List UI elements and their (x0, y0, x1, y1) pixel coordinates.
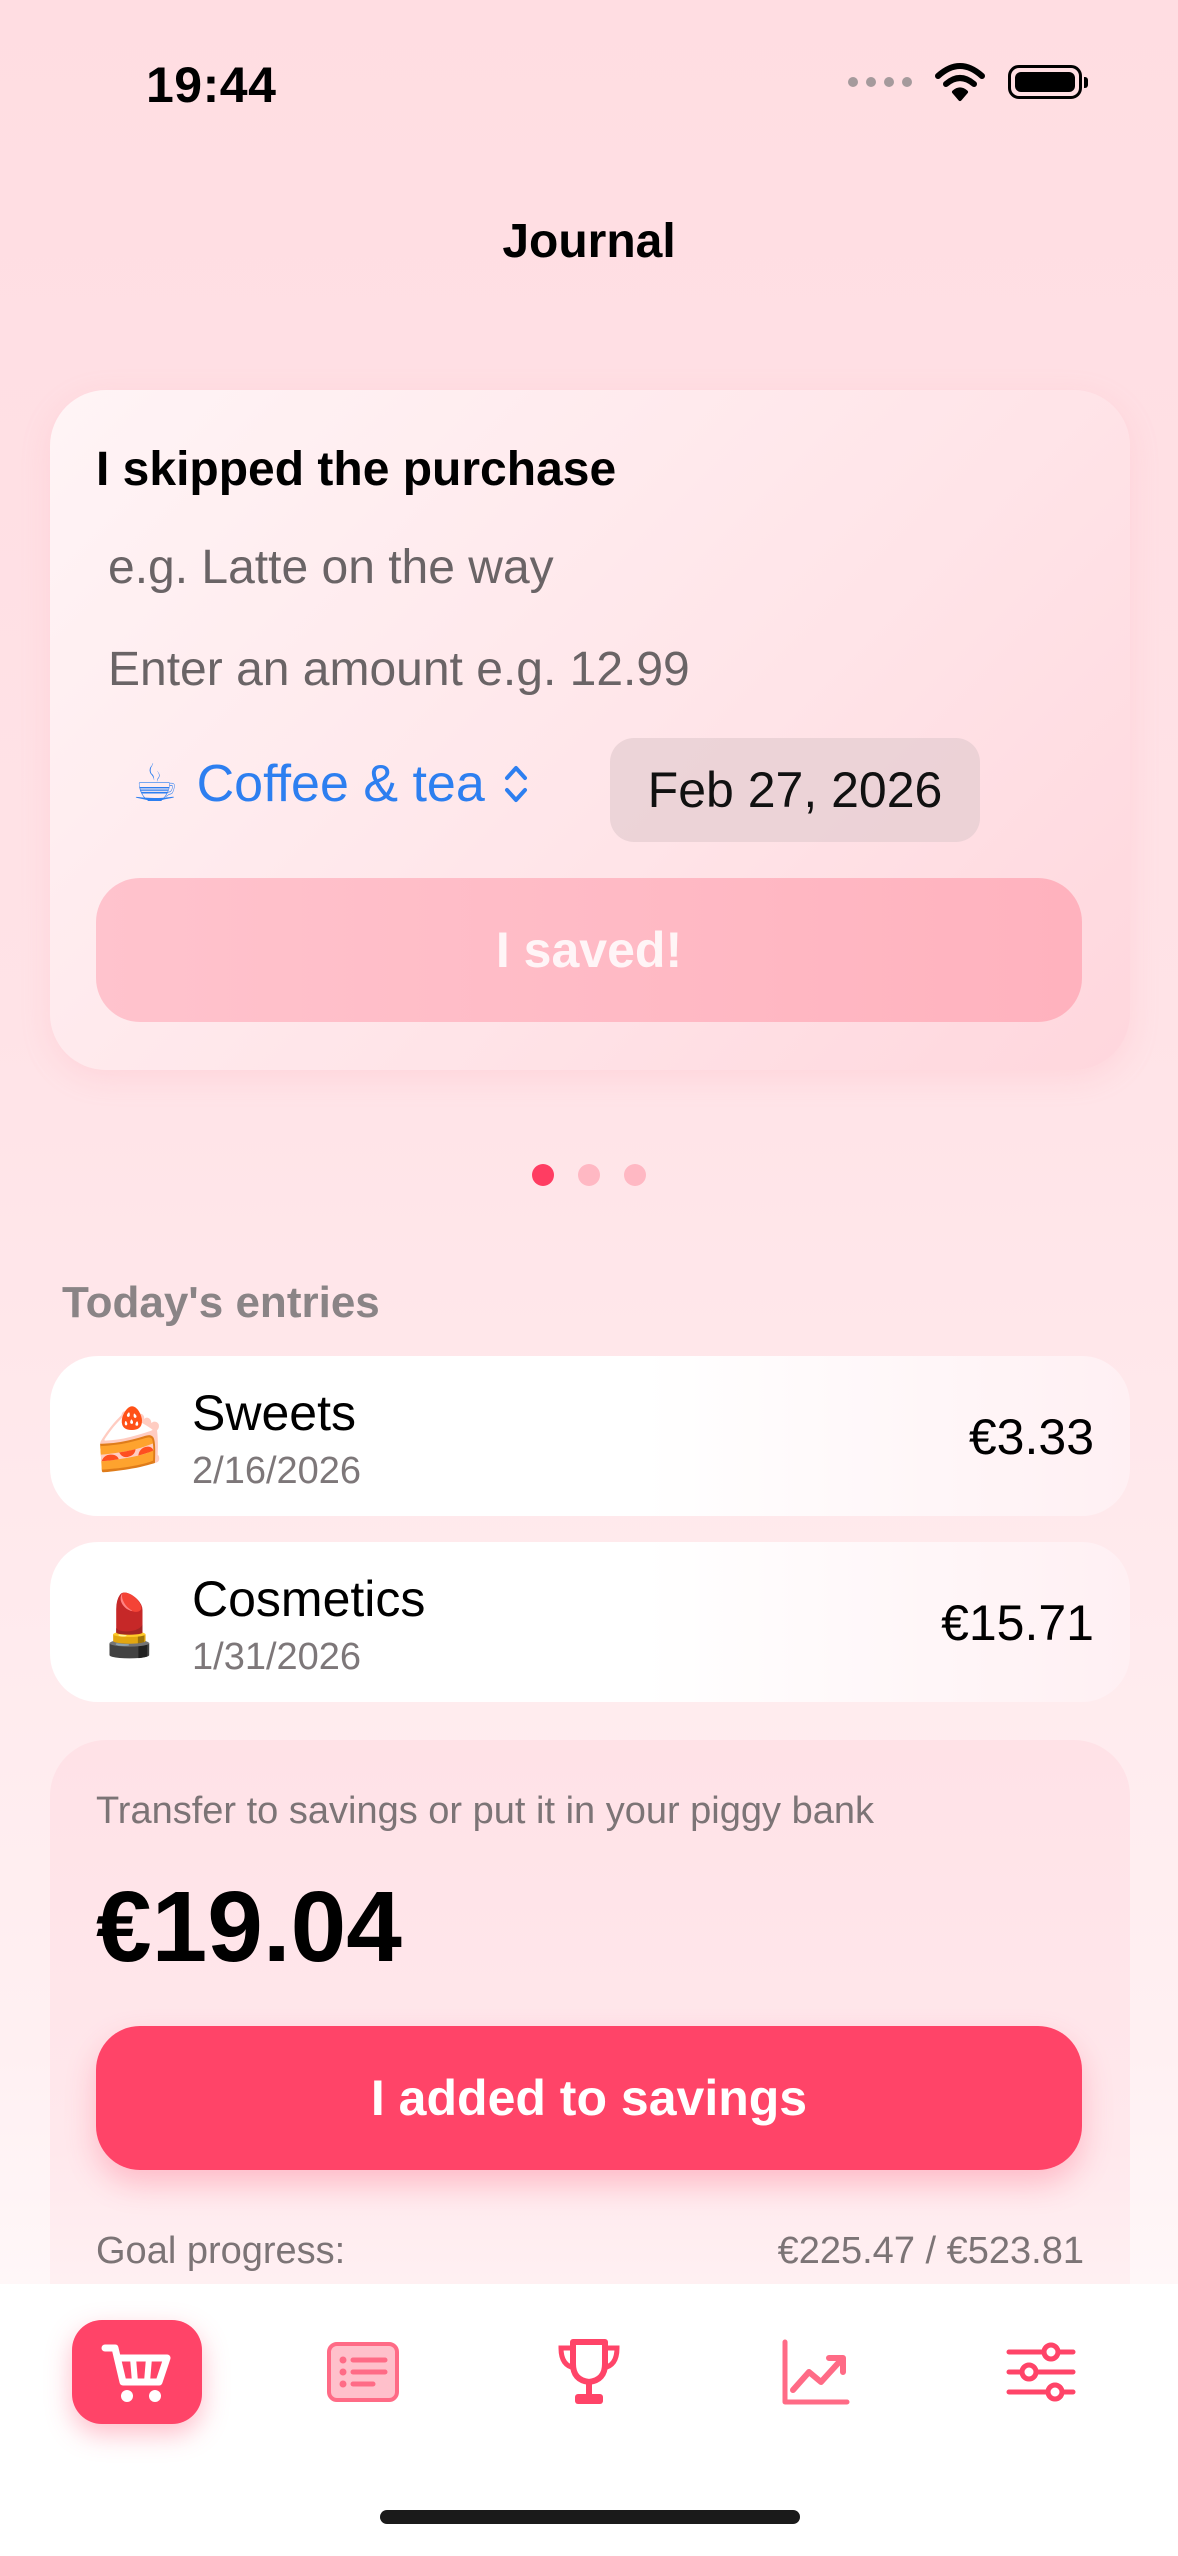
entry-date: 2/16/2026 (192, 1450, 362, 1492)
tab-settings[interactable] (976, 2320, 1106, 2424)
amount-input[interactable]: Enter an amount e.g. 12.99 (108, 642, 690, 697)
description-input[interactable]: e.g. Latte on the way (108, 540, 554, 595)
lipstick-icon: 💄 (92, 1592, 167, 1659)
form-title: I skipped the purchase (96, 443, 617, 496)
entry-date: 1/31/2026 (192, 1636, 362, 1678)
tab-cart[interactable] (72, 2320, 202, 2424)
list-icon (327, 2342, 399, 2402)
chevron-up-down-icon (504, 766, 527, 802)
page-dot[interactable] (532, 1164, 554, 1186)
entry-amount: €3.33 (968, 1409, 1094, 1465)
home-indicator[interactable] (380, 2510, 800, 2524)
page-dot[interactable] (578, 1164, 600, 1186)
page-title: Journal (502, 215, 676, 268)
status-time: 19:44 (146, 57, 277, 113)
entry-name: Cosmetics (192, 1571, 426, 1627)
tab-achievements[interactable] (524, 2320, 654, 2424)
cellular-signal-icon (848, 77, 912, 87)
page-dot[interactable] (624, 1164, 646, 1186)
list-item[interactable]: 💄 Cosmetics 1/31/2026 €15.71 (50, 1542, 1130, 1702)
goal-progress-value: €225.47 / €523.81 (777, 2230, 1084, 2272)
entry-amount: €15.71 (941, 1595, 1094, 1651)
savings-card: Transfer to savings or put it in your pi… (50, 1740, 1130, 2320)
cart-icon (101, 2344, 171, 2402)
todays-entries-header: Today's entries (62, 1278, 380, 1327)
date-picker[interactable]: Feb 27, 2026 (610, 738, 980, 842)
trophy-icon (558, 2339, 620, 2404)
category-label: Coffee & tea (196, 755, 485, 813)
coffee-icon: ☕ (132, 755, 179, 813)
wifi-icon (935, 63, 985, 101)
entry-name: Sweets (192, 1385, 356, 1441)
tab-statistics[interactable] (750, 2320, 880, 2424)
savings-amount: €19.04 (96, 1871, 402, 1983)
savings-hint: Transfer to savings or put it in your pi… (96, 1790, 874, 1832)
skip-purchase-card: I skipped the purchase e.g. Latte on the… (50, 390, 1130, 1070)
added-to-savings-button[interactable]: I added to savings (96, 2026, 1082, 2170)
category-picker[interactable]: ☕ Coffee & tea (132, 754, 529, 814)
status-icons (848, 62, 1088, 102)
cake-icon: 🍰 (92, 1406, 167, 1473)
list-item[interactable]: 🍰 Sweets 2/16/2026 €3.33 (50, 1356, 1130, 1516)
goal-progress-label: Goal progress: (96, 2230, 346, 2272)
chart-icon (782, 2339, 850, 2405)
battery-icon (1008, 65, 1088, 99)
saved-button[interactable]: I saved! (96, 878, 1082, 1022)
tab-entries[interactable] (298, 2320, 428, 2424)
page-indicator[interactable] (0, 1164, 1178, 1186)
sliders-icon (1006, 2342, 1076, 2402)
